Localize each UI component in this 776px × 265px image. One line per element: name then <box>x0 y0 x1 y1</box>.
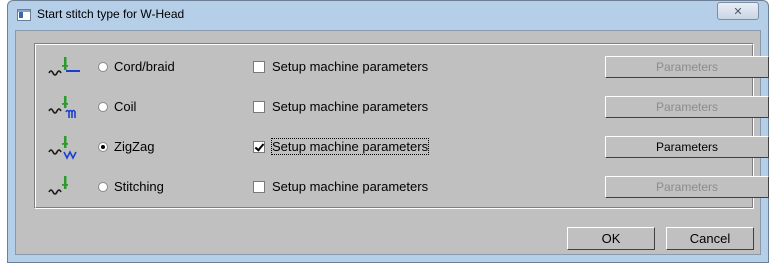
stitching-stitch-icon <box>48 176 68 195</box>
stitching-setup-checkbox[interactable] <box>253 181 265 193</box>
zigzag-label[interactable]: ZigZag <box>114 139 154 154</box>
cord-braid-label[interactable]: Cord/braid <box>114 59 175 74</box>
stitching-setup-label[interactable]: Setup machine parameters <box>272 179 428 194</box>
cord-braid-radio[interactable] <box>98 62 108 72</box>
window-title: Start stitch type for W-Head <box>37 7 185 21</box>
coil-radio[interactable] <box>98 102 108 112</box>
stitch-row-stitching: Stitching Setup machine parameters Param… <box>35 172 769 202</box>
coil-stitch-icon <box>48 96 76 118</box>
stitch-row-cord-braid: Cord/braid Setup machine parameters Para… <box>35 52 769 82</box>
cord-braid-parameters-button[interactable]: Parameters <box>605 56 769 78</box>
zigzag-radio[interactable] <box>98 142 108 152</box>
cord-braid-setup-checkbox[interactable] <box>253 61 265 73</box>
ok-button[interactable]: OK <box>567 227 655 250</box>
cord-braid-stitch-icon <box>48 57 80 76</box>
zigzag-stitch-icon <box>48 136 77 160</box>
stitch-row-coil: Coil Setup machine parameters Parameters <box>35 92 769 122</box>
dialog-client-area: Cord/braid Setup machine parameters Para… <box>15 30 769 255</box>
stitching-radio[interactable] <box>98 182 108 192</box>
dialog-window: Start stitch type for W-Head ✕ Cord/brai… <box>7 0 769 263</box>
zigzag-parameters-button[interactable]: Parameters <box>605 136 769 158</box>
cancel-button[interactable]: Cancel <box>666 227 754 250</box>
title-bar[interactable]: Start stitch type for W-Head ✕ <box>8 1 768 30</box>
close-button[interactable]: ✕ <box>717 2 759 20</box>
coil-parameters-button[interactable]: Parameters <box>605 96 769 118</box>
coil-setup-checkbox[interactable] <box>253 101 265 113</box>
stitch-type-group: Cord/braid Setup machine parameters Para… <box>34 43 769 209</box>
zigzag-setup-label[interactable]: Setup machine parameters <box>270 138 430 155</box>
stitching-parameters-button[interactable]: Parameters <box>605 176 769 198</box>
stitching-label[interactable]: Stitching <box>114 179 164 194</box>
coil-label[interactable]: Coil <box>114 99 136 114</box>
stitch-row-zigzag: ZigZag Setup machine parameters Paramete… <box>35 132 769 162</box>
zigzag-setup-checkbox[interactable] <box>253 141 265 153</box>
close-icon: ✕ <box>733 5 743 18</box>
window-icon <box>17 9 31 21</box>
cord-braid-setup-label[interactable]: Setup machine parameters <box>272 59 428 74</box>
coil-setup-label[interactable]: Setup machine parameters <box>272 99 428 114</box>
